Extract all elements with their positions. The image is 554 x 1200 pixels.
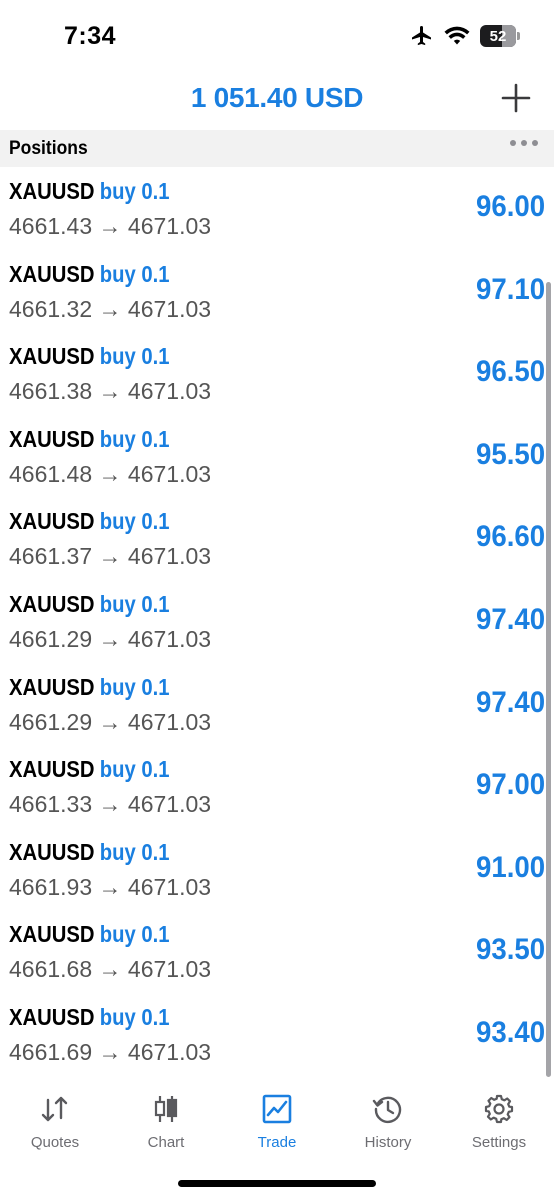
plus-icon[interactable] bbox=[500, 82, 532, 114]
tab-settings[interactable]: Settings bbox=[444, 1092, 554, 1151]
position-symbol: XAUUSD bbox=[9, 1003, 95, 1030]
position-symbol: XAUUSD bbox=[9, 590, 95, 617]
position-profit: 97.40 bbox=[475, 602, 545, 636]
position-prices: 4661.29 → 4671.03 bbox=[9, 708, 212, 735]
section-title: Positions bbox=[9, 138, 88, 159]
position-prices: 4661.43 → 4671.03 bbox=[9, 213, 212, 239]
position-side: buy 0.1 bbox=[99, 343, 170, 370]
account-balance: 1 051.40 USD bbox=[190, 82, 364, 113]
airplane-icon bbox=[412, 26, 431, 46]
quotes-arrows-icon bbox=[41, 1096, 68, 1122]
position-row[interactable]: XAUUSD buy 0.1 4661.43 → 4671.03 96.00 bbox=[0, 168, 554, 251]
position-profit: 93.50 bbox=[475, 933, 545, 967]
tab-trade[interactable]: Trade bbox=[222, 1092, 332, 1151]
position-symbol: XAUUSD bbox=[9, 508, 95, 535]
position-row[interactable]: XAUUSD buy 0.1 4661.48 → 4671.03 95.50 bbox=[0, 416, 554, 499]
tab-label: Quotes bbox=[30, 1134, 80, 1151]
position-side: buy 0.1 bbox=[99, 1003, 170, 1030]
position-prices: 4661.29 → 4671.03 bbox=[9, 625, 212, 652]
position-title: XAUUSD buy 0.1 bbox=[9, 1004, 170, 1031]
position-title: XAUUSD buy 0.1 bbox=[9, 591, 170, 618]
gear-icon bbox=[484, 1094, 514, 1124]
ellipsis-icon[interactable] bbox=[510, 140, 538, 146]
position-prices: 4661.32 → 4671.03 bbox=[9, 295, 212, 322]
status-bar: 7:34 52 bbox=[0, 0, 554, 70]
position-profit: 96.50 bbox=[475, 355, 545, 389]
position-title: XAUUSD buy 0.1 bbox=[9, 756, 170, 783]
position-title: XAUUSD buy 0.1 bbox=[9, 839, 170, 866]
tab-quotes[interactable]: Quotes bbox=[0, 1092, 110, 1151]
position-row[interactable]: XAUUSD buy 0.1 4661.29 → 4671.03 97.40 bbox=[0, 664, 554, 747]
position-profit: 97.00 bbox=[475, 768, 545, 802]
position-side: buy 0.1 bbox=[99, 921, 170, 948]
tab-label: Settings bbox=[471, 1134, 527, 1151]
position-prices: 4661.69 → 4671.03 bbox=[9, 1038, 212, 1065]
position-symbol: XAUUSD bbox=[9, 756, 95, 783]
position-prices: 4661.48 → 4671.03 bbox=[9, 460, 212, 487]
position-symbol: XAUUSD bbox=[9, 178, 95, 204]
position-symbol: XAUUSD bbox=[9, 425, 95, 452]
position-side: buy 0.1 bbox=[99, 838, 170, 865]
status-icons: 52 bbox=[410, 24, 520, 48]
position-title: XAUUSD buy 0.1 bbox=[9, 343, 170, 370]
position-side: buy 0.1 bbox=[99, 508, 170, 535]
position-symbol: XAUUSD bbox=[9, 838, 95, 865]
position-prices: 4661.93 → 4671.03 bbox=[9, 873, 212, 900]
position-prices: 4661.68 → 4671.03 bbox=[9, 956, 212, 983]
position-row[interactable]: XAUUSD buy 0.1 4661.68 → 4671.03 93.50 bbox=[0, 911, 554, 994]
position-profit: 97.40 bbox=[475, 685, 545, 719]
position-side: buy 0.1 bbox=[99, 756, 170, 783]
tab-label: History bbox=[364, 1134, 412, 1151]
position-side: buy 0.1 bbox=[99, 673, 170, 700]
position-side: buy 0.1 bbox=[99, 260, 170, 287]
position-title: XAUUSD buy 0.1 bbox=[9, 921, 170, 948]
position-profit: 97.10 bbox=[475, 272, 545, 306]
trade-chart-icon bbox=[262, 1094, 292, 1124]
position-row[interactable]: XAUUSD buy 0.1 4661.37 → 4671.03 96.60 bbox=[0, 498, 554, 581]
position-title: XAUUSD buy 0.1 bbox=[9, 426, 170, 453]
position-profit: 95.50 bbox=[475, 437, 545, 471]
position-title: XAUUSD buy 0.1 bbox=[9, 674, 170, 701]
position-profit: 93.40 bbox=[475, 1015, 545, 1049]
history-clock-icon bbox=[372, 1096, 402, 1124]
tab-history[interactable]: History bbox=[333, 1092, 443, 1151]
position-title: XAUUSD buy 0.1 bbox=[9, 508, 170, 535]
position-row[interactable]: XAUUSD buy 0.1 4661.69 → 4671.03 93.40 bbox=[0, 994, 554, 1077]
position-title: XAUUSD buy 0.1 bbox=[9, 261, 170, 288]
position-title: XAUUSD buy 0.1 bbox=[9, 178, 170, 205]
position-row[interactable]: XAUUSD buy 0.1 4661.93 → 4671.03 91.00 bbox=[0, 829, 554, 912]
position-symbol: XAUUSD bbox=[9, 921, 95, 948]
wifi-icon bbox=[444, 26, 470, 45]
tab-label: Chart bbox=[147, 1134, 185, 1151]
position-row[interactable]: XAUUSD buy 0.1 4661.33 → 4671.03 97.00 bbox=[0, 746, 554, 829]
positions-list: XAUUSD buy 0.1 4661.43 → 4671.03 96.00 XAUUS… bbox=[0, 168, 554, 1077]
header: 1 051.40 USD bbox=[0, 70, 554, 128]
position-symbol: XAUUSD bbox=[9, 343, 95, 370]
position-side: buy 0.1 bbox=[99, 425, 170, 452]
positions-section-header: Positions bbox=[0, 130, 554, 167]
trade-screen: 7:34 52 1 051.40 USD Positions XAUUSD bu… bbox=[0, 0, 554, 1200]
battery-level: 52 bbox=[489, 27, 507, 45]
scrollbar[interactable] bbox=[546, 282, 551, 1077]
home-indicator bbox=[178, 1180, 376, 1187]
position-row[interactable]: XAUUSD buy 0.1 4661.38 → 4671.03 96.50 bbox=[0, 333, 554, 416]
candlestick-icon bbox=[154, 1096, 178, 1122]
position-prices: 4661.33 → 4671.03 bbox=[9, 791, 212, 818]
position-row[interactable]: XAUUSD buy 0.1 4661.29 → 4671.03 97.40 bbox=[0, 581, 554, 664]
position-symbol: XAUUSD bbox=[9, 673, 95, 700]
status-time: 7:34 bbox=[64, 22, 117, 50]
tab-label: Trade bbox=[257, 1134, 297, 1151]
position-prices: 4661.37 → 4671.03 bbox=[9, 543, 212, 570]
position-symbol: XAUUSD bbox=[9, 260, 95, 287]
position-profit: 96.60 bbox=[475, 520, 545, 554]
battery-icon: 52 bbox=[480, 25, 520, 47]
tab-chart[interactable]: Chart bbox=[111, 1092, 221, 1151]
position-profit: 91.00 bbox=[475, 850, 545, 884]
position-profit: 96.00 bbox=[475, 190, 545, 223]
position-side: buy 0.1 bbox=[99, 590, 170, 617]
position-row[interactable]: XAUUSD buy 0.1 4661.32 → 4671.03 97.10 bbox=[0, 251, 554, 334]
position-prices: 4661.38 → 4671.03 bbox=[9, 378, 212, 405]
position-side: buy 0.1 bbox=[99, 178, 170, 204]
